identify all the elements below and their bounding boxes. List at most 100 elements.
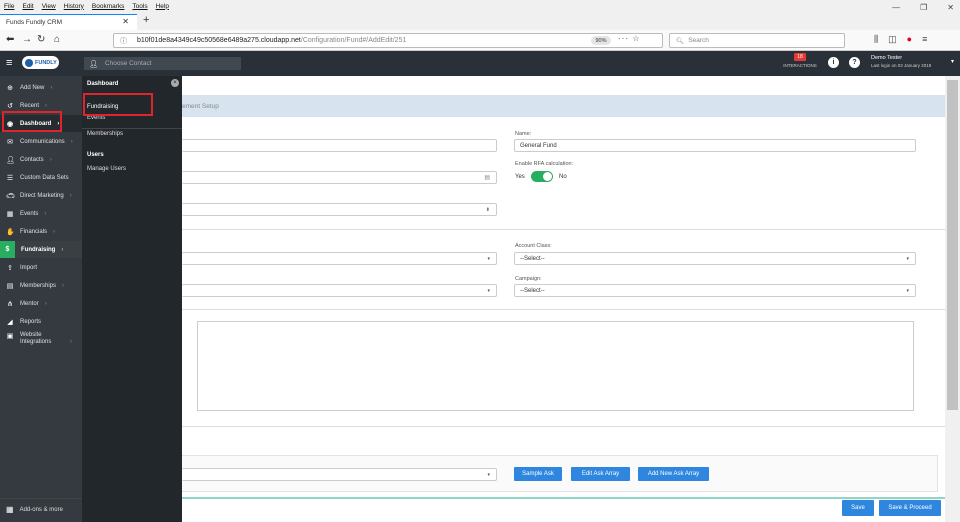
field-left-1[interactable] — [182, 139, 497, 152]
chevron-down-icon: ▾ — [487, 471, 490, 478]
field-left-3[interactable]: ⬍ — [182, 203, 497, 216]
divider — [182, 309, 945, 310]
network-icon: ⋔ — [7, 300, 13, 308]
user-dropdown-icon[interactable]: ▾ — [951, 58, 954, 65]
account-class-select[interactable]: --Select-- ▾ — [514, 252, 916, 265]
flyout-item-memberships[interactable]: Memberships — [82, 128, 182, 137]
close-tab-icon[interactable]: ✕ — [122, 17, 129, 26]
menu-bookmarks[interactable]: Bookmarks — [92, 3, 125, 10]
menu-tools[interactable]: Tools — [132, 3, 147, 10]
new-tab-icon[interactable]: + — [143, 14, 149, 26]
action-footer — [182, 497, 945, 522]
divider — [182, 426, 945, 427]
campaign-select[interactable]: --Select-- ▾ — [514, 284, 916, 297]
rfa-label: Enable RFA calculation: — [515, 161, 574, 167]
select-left-1[interactable]: ▾ — [182, 252, 497, 265]
sidebar-icon[interactable]: ◫ — [888, 34, 897, 45]
search-placeholder: Search — [688, 37, 709, 44]
field-left-2[interactable]: ▤ — [182, 171, 497, 184]
chevron-down-icon: ▾ — [906, 287, 909, 294]
menu-help[interactable]: Help — [156, 3, 169, 10]
home-icon[interactable]: ⌂ — [54, 34, 60, 45]
flyout-close-icon[interactable]: × — [171, 79, 179, 87]
plus-circle-icon: ⊕ — [7, 84, 13, 92]
close-window-icon[interactable]: ✕ — [947, 3, 954, 12]
library-icon[interactable]: ⫼ — [874, 34, 878, 45]
tab-setup[interactable]: ement Setup — [182, 103, 219, 110]
browser-tab[interactable]: Funds Fundly CRM ✕ — [0, 14, 137, 30]
url-host: b10f01de8a4349c49c50568e6489a275.cloudap… — [137, 37, 301, 44]
hamburger-icon[interactable]: ≡ — [6, 57, 12, 69]
menu-history[interactable]: History — [64, 3, 84, 10]
nav-item-website-integrations[interactable]: ▣ Website Integrations › — [0, 332, 82, 356]
back-icon[interactable]: ⬅ — [6, 34, 14, 45]
ask-array-select[interactable]: ▾ — [182, 468, 497, 481]
tab-title: Funds Fundly CRM — [6, 19, 62, 26]
money-bag-icon: $ — [0, 241, 15, 258]
search-icon: 🔍︎ — [676, 37, 685, 45]
chevron-down-icon: ▾ — [906, 255, 909, 262]
edit-ask-array-button[interactable]: Edit Ask Array — [571, 467, 630, 481]
name-input[interactable]: General Fund — [514, 139, 916, 152]
flyout-item-manage-users[interactable]: Manage Users — [82, 166, 182, 172]
scrollbar-thumb[interactable] — [947, 80, 958, 410]
info-icon[interactable]: ⓘ — [120, 36, 127, 46]
toolbar-icons: ⫼ ◫ ● ≡ — [874, 34, 927, 45]
nav-item-contacts[interactable]: 👤︎ Contacts › — [0, 151, 82, 168]
rfa-toggle[interactable] — [531, 171, 553, 182]
menu-edit[interactable]: Edit — [22, 3, 33, 10]
nav-item-import[interactable]: ⇪ Import — [0, 259, 82, 276]
menu-view[interactable]: View — [42, 3, 56, 10]
reload-icon[interactable]: ↻ — [37, 34, 45, 45]
zoom-level[interactable]: 90% — [591, 36, 611, 45]
upload-icon: ⇪ — [7, 264, 13, 272]
minimize-icon[interactable]: — — [892, 3, 900, 12]
grid-icon: ▦ — [6, 505, 14, 514]
pinterest-icon[interactable]: ● — [907, 34, 912, 45]
user-icon: 👤︎ — [89, 60, 98, 68]
user-icon: 👤︎ — [6, 156, 15, 164]
interactions-button[interactable]: 18 INTERACTIONS — [780, 53, 820, 73]
save-proceed-button[interactable]: Save & Proceed — [879, 500, 941, 516]
restore-icon[interactable]: ❐ — [920, 3, 927, 12]
save-button[interactable]: Save — [842, 500, 874, 516]
flyout-section-users: Users — [87, 152, 104, 158]
interactions-count: 18 — [794, 53, 806, 61]
url-bar[interactable]: ⓘ b10f01de8a4349c49c50568e6489a275.cloud… — [113, 33, 663, 48]
nav-item-mentor[interactable]: ⋔ Mentor › — [0, 295, 82, 312]
chevron-down-icon: ▾ — [487, 255, 490, 262]
help-icon[interactable]: ? — [849, 57, 860, 68]
nav-item-direct-marketing[interactable]: 🚗︎ Direct Marketing › — [0, 187, 82, 204]
add-new-ask-array-button[interactable]: Add New Ask Array — [638, 467, 709, 481]
flyout-heading: Dashboard — [87, 81, 119, 87]
dashboard-flyout — [82, 76, 182, 522]
nav-item-events[interactable]: ▦ Events › — [0, 205, 82, 222]
forward-icon[interactable]: → — [22, 34, 32, 45]
menu-file[interactable]: File — [4, 3, 14, 10]
id-card-icon: ▤ — [6, 282, 14, 290]
choose-contact-input[interactable]: 👤︎ Choose Contact — [84, 57, 241, 70]
nav-item-custom-data-sets[interactable]: ☰ Custom Data Sets — [0, 169, 82, 186]
addons-button[interactable]: ▦ Add-ons & more — [0, 498, 82, 520]
user-menu[interactable]: Demo Tester Last login on 03 January 201… — [871, 55, 931, 69]
database-icon: ☰ — [6, 174, 14, 182]
user-name: Demo Tester — [871, 55, 903, 61]
nav-item-add-new[interactable]: ⊕ Add New › — [0, 79, 82, 96]
nav-item-communications[interactable]: ✉ Communications › — [0, 133, 82, 150]
select-left-2[interactable]: ▾ — [182, 284, 497, 297]
spinner-icon: ⬍ — [485, 206, 490, 213]
nav-item-financials[interactable]: ✋ Financials › — [0, 223, 82, 240]
nav-item-reports[interactable]: ◢ Reports — [0, 313, 82, 330]
menu-icon[interactable]: ≡ — [922, 34, 927, 45]
page-actions-icon[interactable]: ··· ☆ — [618, 34, 640, 43]
info-circle-icon[interactable]: i — [828, 57, 839, 68]
fundly-logo[interactable]: FUNDLY — [22, 56, 59, 69]
chart-icon: ◢ — [7, 318, 13, 326]
notes-textarea[interactable] — [197, 321, 914, 411]
browser-menubar: File Edit View History Bookmarks Tools H… — [0, 0, 960, 12]
nav-item-memberships[interactable]: ▤ Memberships › — [0, 277, 82, 294]
nav-item-fundraising[interactable]: $ Fundraising › — [0, 241, 82, 258]
addons-label: Add-ons & more — [19, 506, 63, 513]
sample-ask-button[interactable]: Sample Ask — [514, 467, 562, 481]
search-input[interactable]: 🔍︎ Search — [669, 33, 845, 48]
